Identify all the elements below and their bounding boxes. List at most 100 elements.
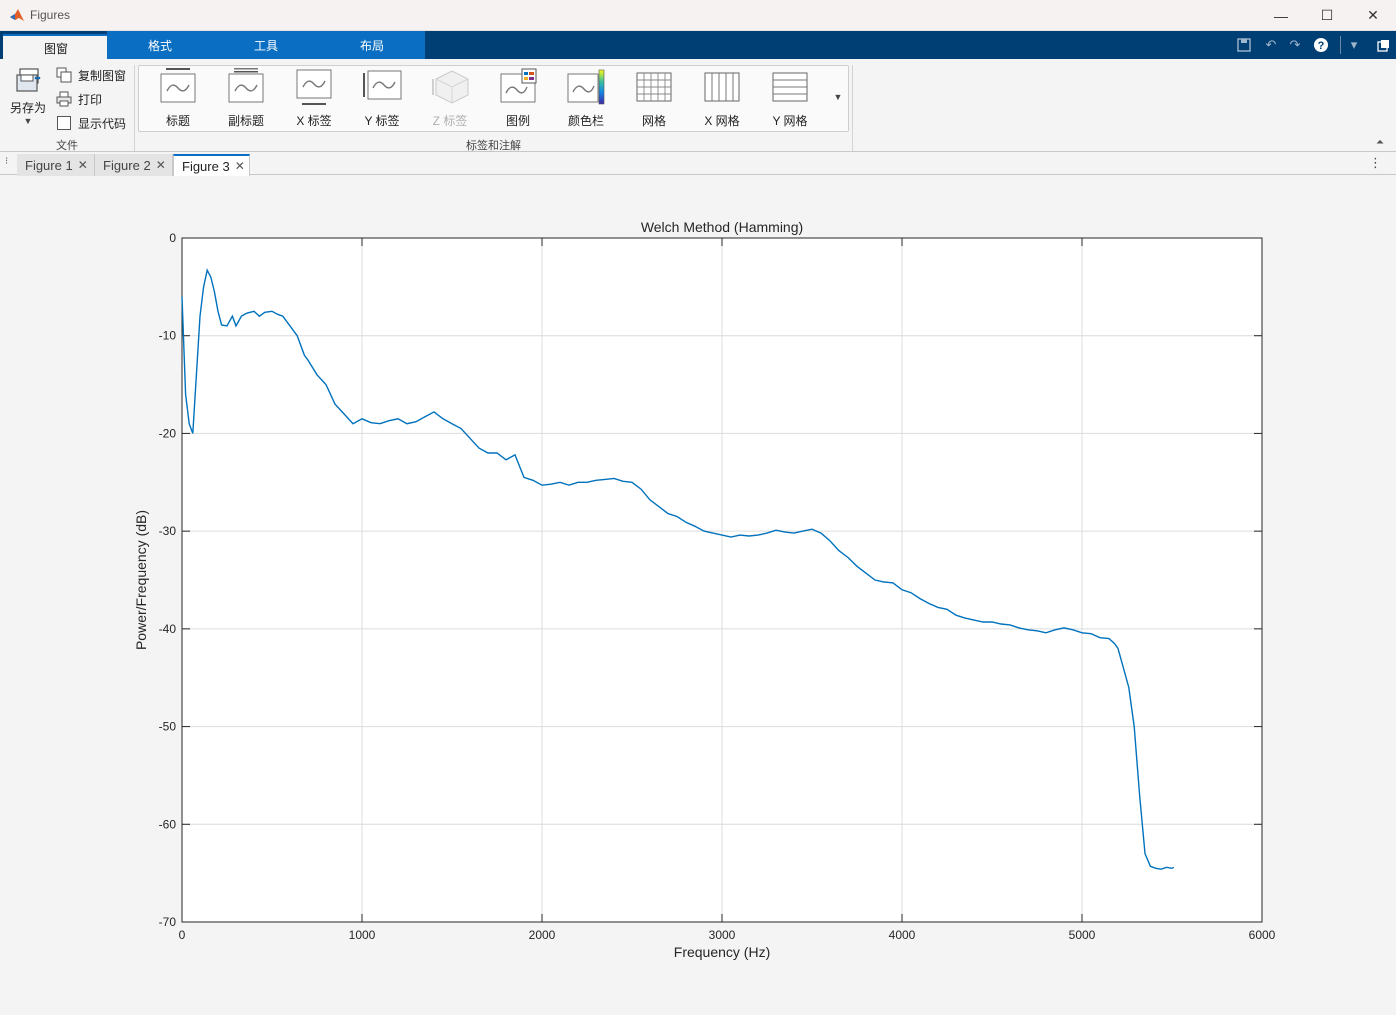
zlabel-button-label: Z 标签 — [432, 114, 468, 128]
tab-figure-3-label: Figure 3 — [182, 158, 230, 174]
title-button-label: 标题 — [165, 114, 190, 128]
colorbar-icon — [567, 69, 605, 105]
subtitle-button[interactable]: 副标题 — [214, 67, 278, 129]
checkbox-icon[interactable] — [56, 115, 72, 131]
y-tick-label: -20 — [159, 426, 177, 440]
redo-icon[interactable]: ↷ — [1286, 36, 1304, 54]
zlabel-button: Z 标签 — [418, 67, 482, 129]
x-tick-label: 4000 — [889, 928, 916, 942]
xlabel-icon — [296, 69, 332, 105]
maximize-icon[interactable]: ☐ — [1304, 0, 1350, 31]
xgrid-icon — [704, 72, 740, 102]
close-icon[interactable]: ✕ — [156, 158, 166, 172]
undo-icon[interactable]: ↶ — [1262, 36, 1280, 54]
chevron-down-icon: ▼ — [23, 116, 33, 126]
zlabel-icon — [432, 70, 469, 104]
x-tick-label: 2000 — [529, 928, 556, 942]
x-tick-label: 0 — [179, 928, 186, 942]
show-code-label: 显示代码 — [78, 116, 127, 131]
legend-icon — [500, 68, 537, 103]
tab-figure-2[interactable]: Figure 2 ✕ — [95, 154, 173, 176]
gallery-expand-chevron-icon[interactable]: ▼ — [830, 89, 846, 105]
save-as-button[interactable]: 另存为 ▼ — [8, 67, 48, 131]
title-icon — [160, 68, 196, 103]
print-button[interactable]: 打印 — [56, 89, 102, 109]
labels-group-label: 标签和注解 — [466, 140, 521, 152]
collapse-ribbon-icon[interactable]: ⏶ — [1376, 137, 1384, 148]
copy-figure-button[interactable]: 复制图窗 — [56, 65, 126, 85]
chevron-down-icon[interactable]: ▾ — [1345, 36, 1363, 54]
y-tick-label: -30 — [159, 524, 177, 538]
chart[interactable]: 0 1000 2000 3000 4000 5000 6000 0 -10 -20 -30 -40 -5… — [0, 176, 1396, 1015]
y-tick-label: -40 — [159, 622, 177, 636]
ygrid-icon — [772, 72, 808, 102]
x-tick-label: 5000 — [1069, 928, 1096, 942]
xgrid-button[interactable]: X 网格 — [690, 67, 754, 129]
save-as-label: 另存为 — [9, 101, 46, 115]
grid-button-label: 网格 — [641, 114, 666, 128]
ygrid-button[interactable]: Y 网格 — [758, 67, 822, 129]
tab-figure-3[interactable]: Figure 3 ✕ — [173, 154, 250, 176]
show-code-checkbox[interactable]: 显示代码 — [56, 113, 126, 133]
grid-icon — [636, 72, 672, 102]
svg-text:?: ? — [1318, 40, 1325, 52]
legend-button-label: 图例 — [505, 114, 530, 128]
help-icon[interactable]: ? — [1312, 36, 1330, 54]
close-icon[interactable]: ✕ — [78, 158, 88, 172]
minimize-icon[interactable]: — — [1258, 0, 1304, 31]
group-separator — [134, 65, 135, 151]
legend-button[interactable]: 图例 — [486, 67, 550, 129]
tab-tools[interactable]: 工具 — [213, 31, 319, 59]
y-tick-label: -60 — [159, 817, 177, 831]
xlabel-button[interactable]: X 标签 — [282, 67, 346, 129]
ribbon-toolstrip: 另存为 ▼ 复制图窗 打印 显示代码 文件 标题 副标题 X 标签 Y 标签 Z… — [0, 59, 1396, 152]
title-button[interactable]: 标题 — [146, 67, 210, 129]
undock-icon[interactable] — [1374, 36, 1392, 54]
y-tick-label: -10 — [159, 329, 177, 343]
tab-bar-handle-icon: ⁝ — [5, 156, 9, 167]
copy-icon — [56, 67, 72, 83]
figure-tab-bar: ⁝ Figure 1 ✕ Figure 2 ✕ Figure 3 ✕ ⋮ — [0, 152, 1396, 176]
ylabel-button-label: Y 标签 — [364, 114, 400, 128]
x-tick-label: 6000 — [1249, 928, 1276, 942]
x-tick-label: 3000 — [709, 928, 736, 942]
save-as-icon — [16, 68, 41, 92]
tab-figure-2-label: Figure 2 — [103, 157, 151, 173]
group-separator — [852, 65, 853, 151]
printer-icon — [56, 91, 72, 107]
copy-figure-label: 复制图窗 — [78, 68, 127, 83]
close-icon[interactable]: ✕ — [235, 159, 245, 173]
title-bar: Figures — ☐ ✕ — [0, 0, 1396, 31]
ribbon-tab-strip: 图窗 格式 工具 布局 — [0, 31, 1396, 60]
subtitle-icon — [228, 68, 264, 103]
x-axis-label: Frequency (Hz) — [674, 944, 770, 960]
colorbar-button[interactable]: 颜色栏 — [554, 67, 618, 129]
ylabel-button[interactable]: Y 标签 — [350, 67, 414, 129]
ylabel-icon — [363, 70, 402, 100]
xlabel-button-label: X 标签 — [296, 114, 332, 128]
y-tick-label: 0 — [169, 231, 176, 245]
more-options-icon[interactable]: ⋮ — [1369, 155, 1382, 171]
x-tick-label: 1000 — [349, 928, 376, 942]
y-tick-label: -70 — [159, 915, 177, 929]
chart-title: Welch Method (Hamming) — [641, 219, 803, 235]
tab-figure[interactable]: 图窗 — [3, 34, 109, 60]
print-label: 打印 — [78, 92, 103, 107]
figure-canvas: 0 1000 2000 3000 4000 5000 6000 0 -10 -20 -30 -40 -5… — [0, 176, 1396, 1015]
y-axis-label: Power/Frequency (dB) — [133, 510, 149, 650]
ygrid-button-label: Y 网格 — [772, 114, 808, 128]
tab-figure-1-label: Figure 1 — [25, 157, 73, 173]
tab-figure-1[interactable]: Figure 1 ✕ — [17, 154, 95, 176]
grid-button[interactable]: 网格 — [622, 67, 686, 129]
window-title: Figures — [30, 8, 71, 22]
tab-format[interactable]: 格式 — [107, 31, 213, 59]
save-quick-icon[interactable] — [1235, 36, 1253, 54]
subtitle-button-label: 副标题 — [227, 114, 264, 128]
matlab-logo-icon — [10, 9, 24, 21]
colorbar-button-label: 颜色栏 — [567, 114, 604, 128]
file-group-label: 文件 — [56, 140, 78, 152]
quick-access-divider — [1340, 36, 1341, 54]
xgrid-button-label: X 网格 — [704, 114, 740, 128]
close-icon[interactable]: ✕ — [1350, 0, 1396, 31]
tab-layout[interactable]: 布局 — [319, 31, 425, 59]
